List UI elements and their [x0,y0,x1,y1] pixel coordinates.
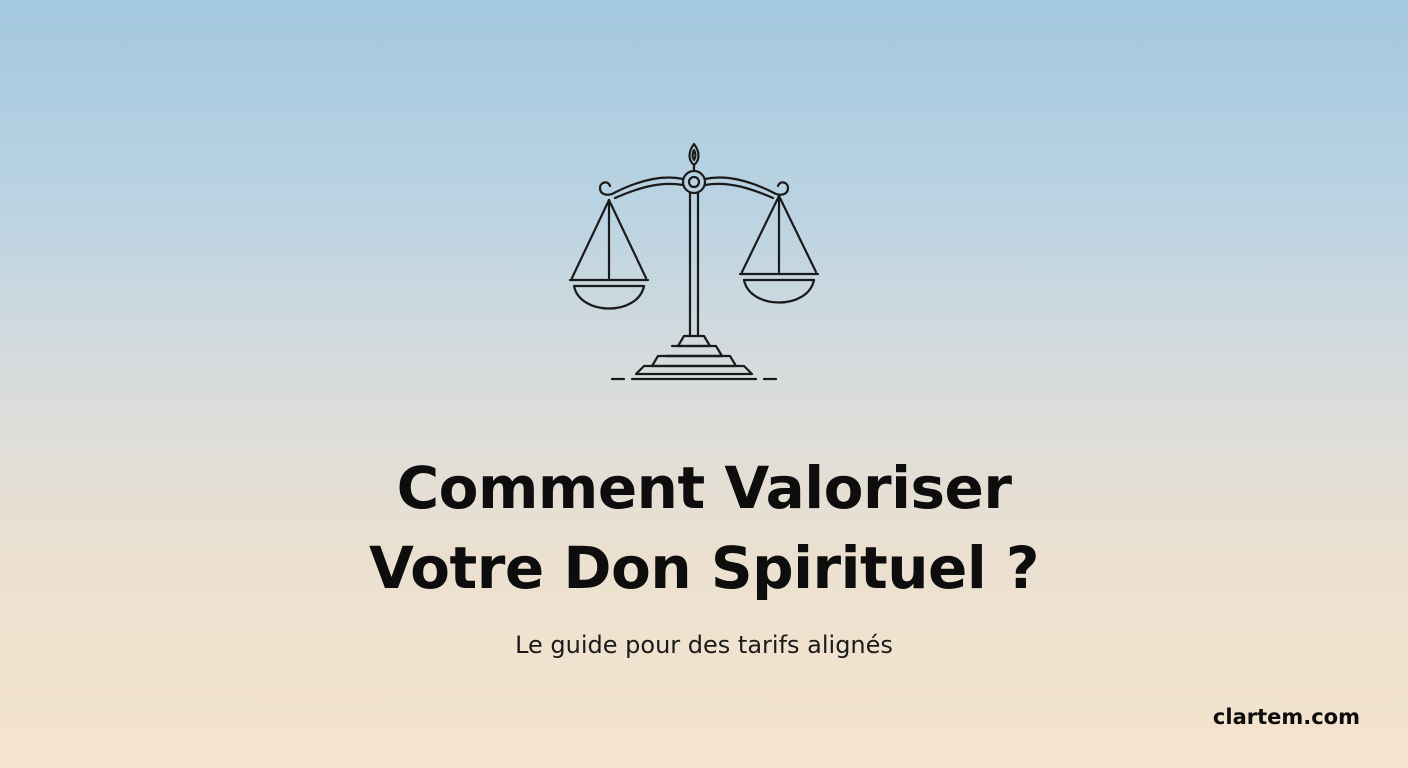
subtitle: Le guide pour des tarifs alignés [515,631,893,659]
page-title: Comment Valoriser Votre Don Spirituel ? [0,448,1408,608]
balance-scale-icon [560,138,840,388]
brand-domain: clartem.com [1212,705,1360,729]
title-line-1: Comment Valoriser [396,454,1012,522]
finial-flame [688,142,700,167]
title-line-2: Votre Don Spirituel ? [368,534,1040,602]
